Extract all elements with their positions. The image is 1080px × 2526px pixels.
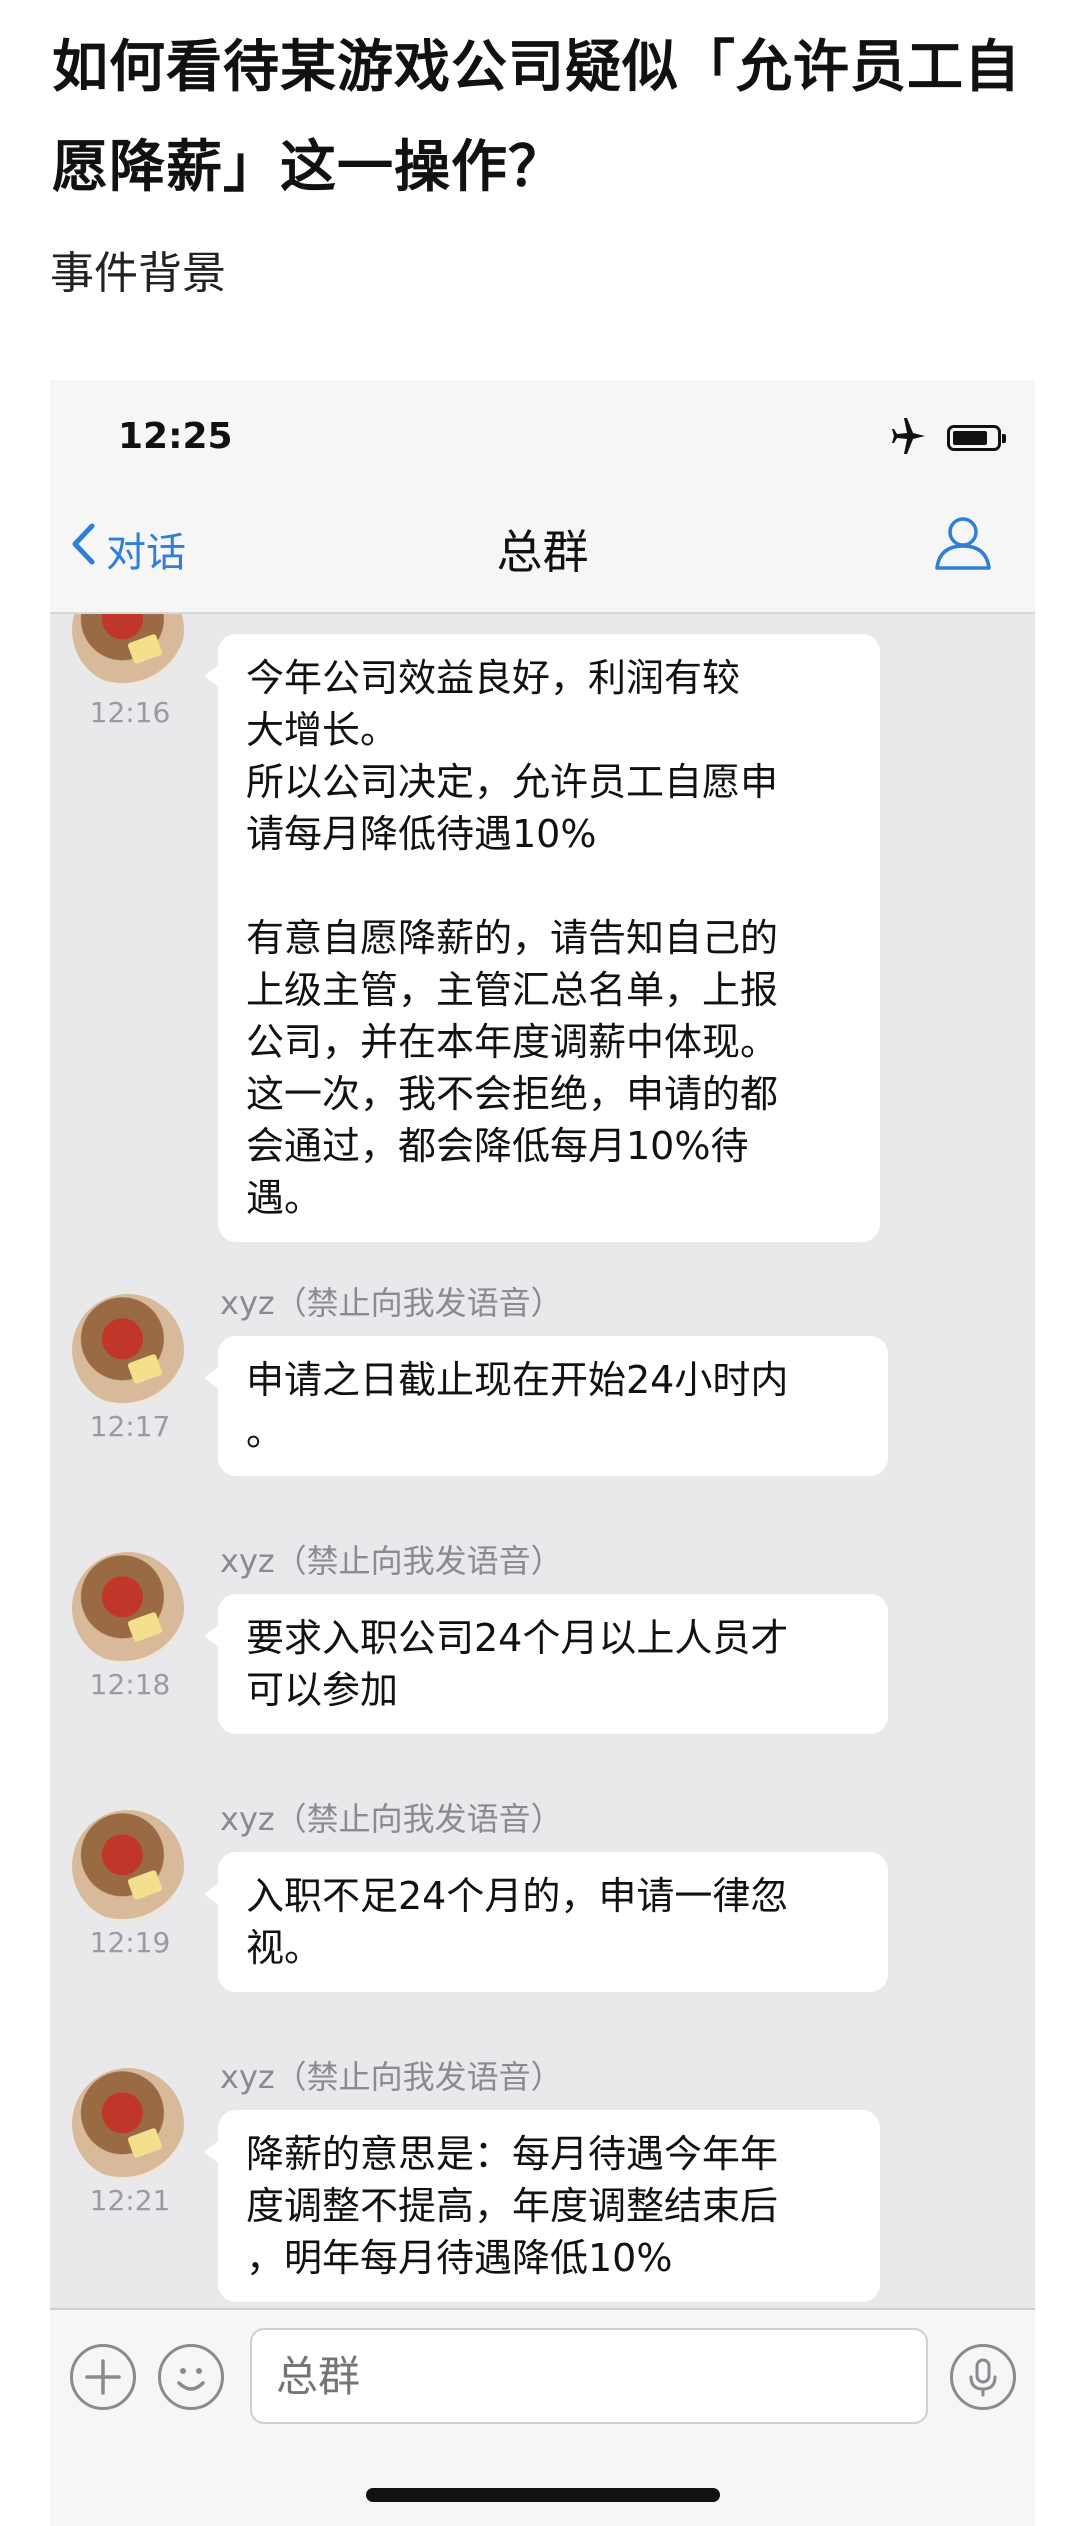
voice-button[interactable]: [950, 2344, 1016, 2410]
message-bubble[interactable]: 要求入职公司24个月以上人员才 可以参加: [204, 1594, 888, 1734]
avatar[interactable]: [72, 1294, 184, 1406]
plus-icon: [85, 2359, 121, 2395]
airplane-icon: [889, 418, 929, 458]
message-bubble[interactable]: 申请之日截止现在开始24小时内 。: [204, 1336, 888, 1476]
navigation-bar: 12:25 对话 总群: [50, 380, 1035, 614]
sender-name: xyz（禁止向我发语音）: [220, 1284, 563, 1322]
person-icon: [931, 517, 995, 578]
avatar[interactable]: [72, 614, 184, 686]
message-list[interactable]: 12:16 今年公司效益良好，利润有较 大增长。 所以公司决定，允许员工自愿申 …: [50, 614, 1035, 2306]
smiley-icon: [177, 2368, 205, 2391]
avatar[interactable]: [72, 2068, 184, 2180]
status-icons: [889, 418, 1006, 458]
avatar[interactable]: [72, 1552, 184, 1664]
add-button[interactable]: [70, 2344, 136, 2410]
status-time: 12:25: [118, 416, 233, 457]
article-subtitle: 事件背景: [50, 248, 226, 299]
sender-name: xyz（禁止向我发语音）: [220, 1800, 563, 1838]
message-input[interactable]: [250, 2328, 928, 2424]
message-bubble[interactable]: 入职不足24个月的，申请一律忽 视。: [204, 1852, 888, 1992]
chat-title: 总群: [496, 525, 589, 579]
message-bubble[interactable]: 降薪的意思是：每月待遇今年年 度调整不提高，年度调整结束后 ，明年每月待遇降低1…: [204, 2110, 880, 2302]
message-time: 12:18: [89, 1668, 171, 1701]
message-time: 12:19: [89, 1926, 171, 1959]
home-indicator: [366, 2488, 720, 2502]
message-bubble[interactable]: 今年公司效益良好，利润有较 大增长。 所以公司决定，允许员工自愿申 请每月降低待…: [204, 634, 880, 1242]
input-bar: [50, 2308, 1035, 2526]
sender-name: xyz（禁止向我发语音）: [220, 2058, 563, 2096]
message-time: 12:21: [89, 2184, 171, 2217]
sender-name: xyz（禁止向我发语音）: [220, 1542, 563, 1580]
article-title: 如何看待某游戏公司疑似「允许员工自愿降薪」这一操作？: [52, 35, 1021, 200]
group-members-button[interactable]: [931, 510, 995, 578]
message-time: 12:16: [89, 696, 171, 729]
message-time: 12:17: [89, 1410, 171, 1443]
battery-icon: [947, 425, 1006, 451]
avatar[interactable]: [72, 1810, 184, 1922]
chat-screenshot: 12:25 对话 总群 12:16 今年公司效益良好，利润有较 大增长。 所以公…: [50, 380, 1035, 2526]
microphone-icon: [969, 2358, 997, 2397]
emoji-button[interactable]: [158, 2344, 224, 2410]
